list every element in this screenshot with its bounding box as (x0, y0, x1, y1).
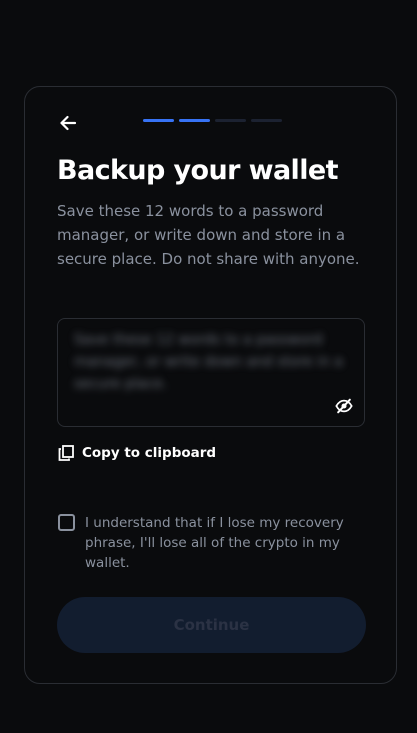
step-progress (143, 119, 282, 122)
acknowledgement-row: I understand that if I lose my recovery … (58, 513, 363, 573)
eye-off-icon (335, 398, 353, 414)
copy-to-clipboard-label: Copy to clipboard (82, 445, 217, 461)
arrow-left-icon (60, 115, 77, 131)
recovery-phrase-box[interactable]: Save these 12 words to a password manage… (57, 318, 365, 427)
copy-icon (58, 445, 74, 461)
back-button[interactable] (56, 111, 80, 135)
page-title: Backup your wallet (57, 155, 338, 186)
acknowledgement-checkbox[interactable] (58, 514, 75, 531)
progress-step-4 (251, 119, 282, 122)
backup-wallet-card: Backup your wallet Save these 12 words t… (24, 86, 397, 684)
recovery-phrase-text: Save these 12 words to a password manage… (74, 332, 343, 392)
progress-step-1 (143, 119, 174, 122)
acknowledgement-label[interactable]: I understand that if I lose my recovery … (85, 513, 363, 573)
progress-step-2 (179, 119, 210, 122)
progress-step-3 (215, 119, 246, 122)
toggle-visibility-button[interactable] (334, 396, 354, 416)
copy-to-clipboard-button[interactable]: Copy to clipboard (58, 445, 216, 461)
continue-button[interactable]: Continue (57, 597, 366, 653)
page-subtitle: Save these 12 words to a password manage… (57, 202, 360, 268)
